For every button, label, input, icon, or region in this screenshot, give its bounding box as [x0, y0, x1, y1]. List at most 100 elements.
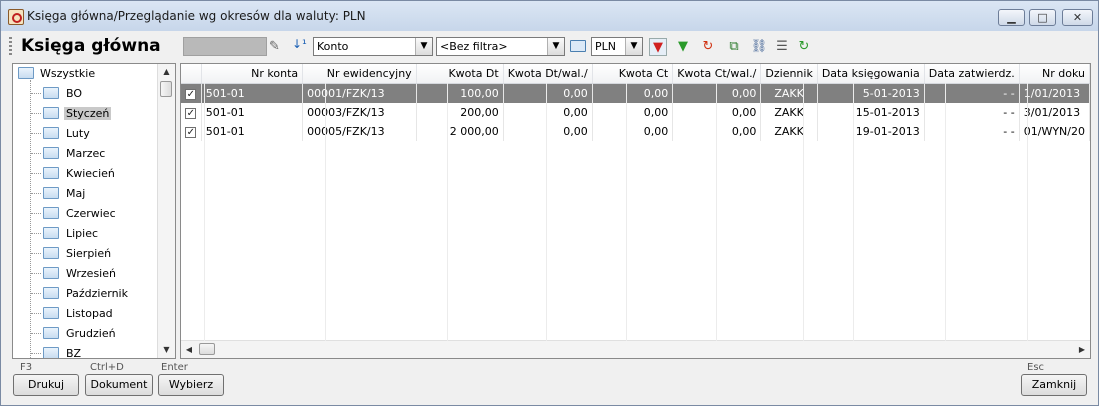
tree-line: [30, 80, 31, 358]
column-divider: [626, 83, 627, 341]
toolbar-grip[interactable]: [9, 37, 12, 55]
tree-item-label: Wszystkie: [40, 67, 96, 80]
grid-layout-icon[interactable]: ☰: [773, 38, 791, 56]
row-checkbox[interactable]: ✓: [185, 88, 197, 100]
column-divider: [803, 83, 804, 341]
column-header[interactable]: Data księgowania: [817, 64, 925, 84]
pencil-icon[interactable]: ✎: [269, 39, 280, 54]
chevron-down-icon[interactable]: ▼: [625, 38, 642, 55]
column-divider: [204, 83, 205, 341]
tree-item-label: Listopad: [66, 307, 113, 320]
column-header-check: [181, 64, 202, 84]
chevron-down-icon[interactable]: ▼: [547, 38, 564, 55]
chevron-down-icon[interactable]: ▼: [415, 38, 432, 55]
tree-item-label: BO: [66, 87, 83, 100]
tree-line: [31, 133, 41, 134]
table-cell: 1/01/2013: [1019, 83, 1090, 103]
column-header[interactable]: Kwota Ct: [592, 64, 674, 84]
currency-select[interactable]: PLN ▼: [591, 37, 643, 56]
column-header[interactable]: Kwota Dt: [416, 64, 504, 84]
hotkey-document: Ctrl+D: [90, 362, 124, 373]
filter-select[interactable]: <Bez filtra> ▼: [436, 37, 565, 56]
document-button[interactable]: Dokument: [85, 374, 153, 396]
select-button[interactable]: Wybierz: [158, 374, 224, 396]
scroll-right-icon[interactable]: ▶: [1074, 341, 1090, 358]
row-checkbox-cell[interactable]: ✓: [181, 83, 202, 103]
row-checkbox[interactable]: ✓: [185, 107, 197, 119]
minimize-icon: ▁: [1007, 11, 1016, 24]
tree-item-label: Czerwiec: [66, 207, 116, 220]
table-cell: ZAKK: [760, 103, 818, 122]
hotkey-print: F3: [20, 362, 33, 373]
column-header[interactable]: Kwota Dt/wal./: [503, 64, 593, 84]
tree-scrollbar[interactable]: ▲ ▼: [157, 64, 175, 358]
close-button[interactable]: Zamknij: [1021, 374, 1087, 396]
filter-icon[interactable]: ▼: [649, 38, 667, 56]
search-field[interactable]: [183, 37, 267, 56]
hotkey-close: Esc: [1027, 362, 1045, 373]
column-header[interactable]: Kwota Ct/wal./: [672, 64, 762, 84]
close-icon: ✕: [1072, 11, 1083, 24]
maximize-icon: □: [1037, 11, 1048, 24]
tree-line: [31, 333, 41, 334]
close-window-button[interactable]: ✕: [1062, 9, 1093, 26]
scroll-thumb[interactable]: [199, 343, 215, 355]
table-cell: 0,00: [592, 122, 674, 141]
filter-add-icon[interactable]: ▼: [674, 38, 692, 56]
folder-icon[interactable]: [570, 40, 586, 52]
scroll-down-icon[interactable]: ▼: [158, 342, 175, 358]
folder-icon: [43, 87, 59, 99]
minimize-button[interactable]: ▁: [998, 9, 1025, 26]
refresh-icon[interactable]: ↻: [699, 38, 717, 56]
tree-line: [31, 93, 41, 94]
reload-icon[interactable]: ↻: [795, 38, 813, 56]
folder-icon: [43, 167, 59, 179]
folder-icon: [43, 347, 59, 358]
table-cell: 501-01: [201, 103, 304, 122]
scroll-left-icon[interactable]: ◀: [181, 341, 197, 358]
link-icon[interactable]: ⛓: [750, 38, 768, 56]
scroll-thumb[interactable]: [160, 81, 172, 97]
tree-line: [31, 213, 41, 214]
folder-icon: [43, 247, 59, 259]
tree-item-label: Kwiecień: [66, 167, 115, 180]
tree-item-label: Maj: [66, 187, 86, 200]
tree-line: [31, 253, 41, 254]
column-header[interactable]: Nr konta: [201, 64, 304, 84]
folder-icon: [43, 107, 59, 119]
column-header[interactable]: Dziennik: [760, 64, 818, 84]
maximize-button[interactable]: □: [1029, 9, 1056, 26]
column-divider: [1027, 83, 1028, 341]
table-row[interactable]: ✓ 501-01 00005/FZK/13 2 000,00 0,00 0,00 0,00 Z…: [181, 122, 1090, 141]
row-checkbox-cell[interactable]: ✓: [181, 122, 202, 141]
table-cell: ZAKK: [760, 83, 818, 103]
sort-field-select[interactable]: Konto ▼: [313, 37, 433, 56]
sort-field-value: Konto: [317, 40, 349, 53]
column-header[interactable]: Nr doku: [1019, 64, 1090, 84]
table-cell: 2 000,00: [416, 122, 504, 141]
column-header[interactable]: Data zatwierdz.: [924, 64, 1020, 84]
export-icon[interactable]: ⧉: [725, 38, 743, 56]
tree-line: [31, 173, 41, 174]
table-cell: 00003/FZK/13: [302, 103, 417, 122]
folder-icon: [43, 327, 59, 339]
column-header[interactable]: Nr ewidencyjny: [302, 64, 417, 84]
grid-hscrollbar[interactable]: ◀ ▶: [181, 340, 1090, 358]
row-checkbox[interactable]: ✓: [185, 126, 197, 138]
tree-line: [31, 233, 41, 234]
row-checkbox-cell[interactable]: ✓: [181, 103, 202, 122]
table-row[interactable]: ✓ 501-01 00001/FZK/13 100,00 0,00 0,00 0,00 ZAK…: [181, 83, 1090, 103]
table-header: Nr konta Nr ewidencyjny Kwota Dt Kwota Dt/w…: [181, 64, 1090, 84]
tree-line: [31, 353, 41, 354]
scroll-up-icon[interactable]: ▲: [158, 64, 175, 80]
tree-item-label: Październik: [66, 287, 128, 300]
table-cell: 3/01/2013: [1019, 103, 1090, 122]
column-divider: [546, 83, 547, 341]
filter-value: <Bez filtra>: [440, 40, 508, 53]
tree-item-label: Sierpień: [66, 247, 112, 260]
tree-line: [31, 113, 41, 114]
sort-icon[interactable]: ↓¹: [292, 37, 307, 51]
print-button[interactable]: Drukuj: [13, 374, 79, 396]
tree-line: [31, 273, 41, 274]
table-row[interactable]: ✓ 501-01 00003/FZK/13 200,00 0,00 0,00 0,00 ZAK…: [181, 103, 1090, 122]
